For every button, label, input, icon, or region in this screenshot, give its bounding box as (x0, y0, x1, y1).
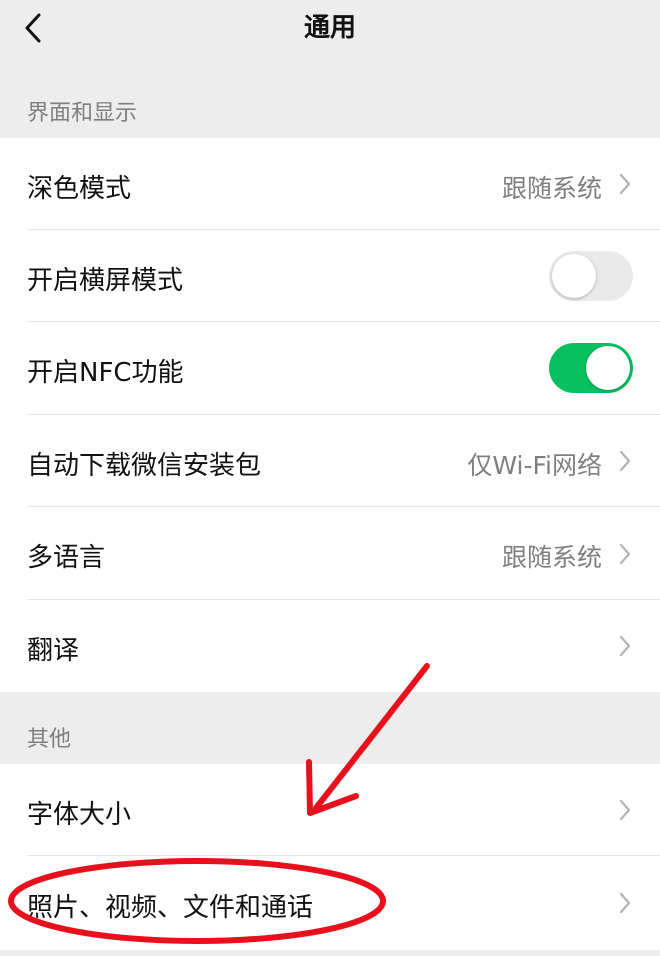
landscape-mode-row: 开启横屏模式 (0, 230, 660, 322)
toggle-knob (552, 254, 596, 298)
translate-label: 翻译 (27, 636, 80, 666)
media-files-row[interactable]: 照片、视频、文件和通话 (0, 856, 660, 950)
settings-general-page: 通用 界面和显示 深色模式 跟随系统 开启横屏模式 开启NFC功能 自动下载微信… (0, 0, 660, 956)
page-title: 通用 (303, 13, 356, 43)
navigation-bar: 通用 (0, 0, 660, 58)
language-row[interactable]: 多语言 跟随系统 (0, 507, 660, 600)
translate-row[interactable]: 翻译 (0, 600, 660, 692)
chevron-right-icon (619, 799, 631, 821)
section-header-display: 界面和显示 (0, 58, 660, 138)
font-size-row[interactable]: 字体大小 (0, 764, 660, 856)
auto-download-row[interactable]: 自动下载微信安装包 仅Wi-Fi网络 (0, 415, 660, 507)
font-size-label: 字体大小 (27, 800, 132, 830)
section-header-other: 其他 (0, 692, 660, 764)
auto-download-value: 仅Wi-Fi网络 (467, 451, 602, 480)
section-header-label: 界面和显示 (27, 101, 138, 126)
dark-mode-value: 跟随系统 (501, 174, 602, 203)
dark-mode-label: 深色模式 (27, 174, 132, 204)
section-header-label: 其他 (27, 727, 72, 752)
dark-mode-row[interactable]: 深色模式 跟随系统 (0, 138, 660, 230)
chevron-right-icon (619, 450, 631, 472)
media-files-label: 照片、视频、文件和通话 (27, 893, 314, 923)
chevron-right-icon (619, 892, 631, 914)
auto-download-label: 自动下载微信安装包 (27, 451, 262, 481)
nfc-row: 开启NFC功能 (0, 322, 660, 415)
landscape-mode-label: 开启横屏模式 (27, 266, 184, 296)
chevron-right-icon (619, 543, 631, 565)
chevron-right-icon (619, 173, 631, 195)
language-value: 跟随系统 (501, 543, 602, 572)
toggle-knob (586, 346, 630, 390)
nfc-label: 开启NFC功能 (27, 358, 184, 388)
nfc-toggle[interactable] (549, 343, 633, 393)
landscape-mode-toggle[interactable] (549, 251, 633, 301)
language-label: 多语言 (27, 543, 106, 573)
chevron-right-icon (619, 635, 631, 657)
